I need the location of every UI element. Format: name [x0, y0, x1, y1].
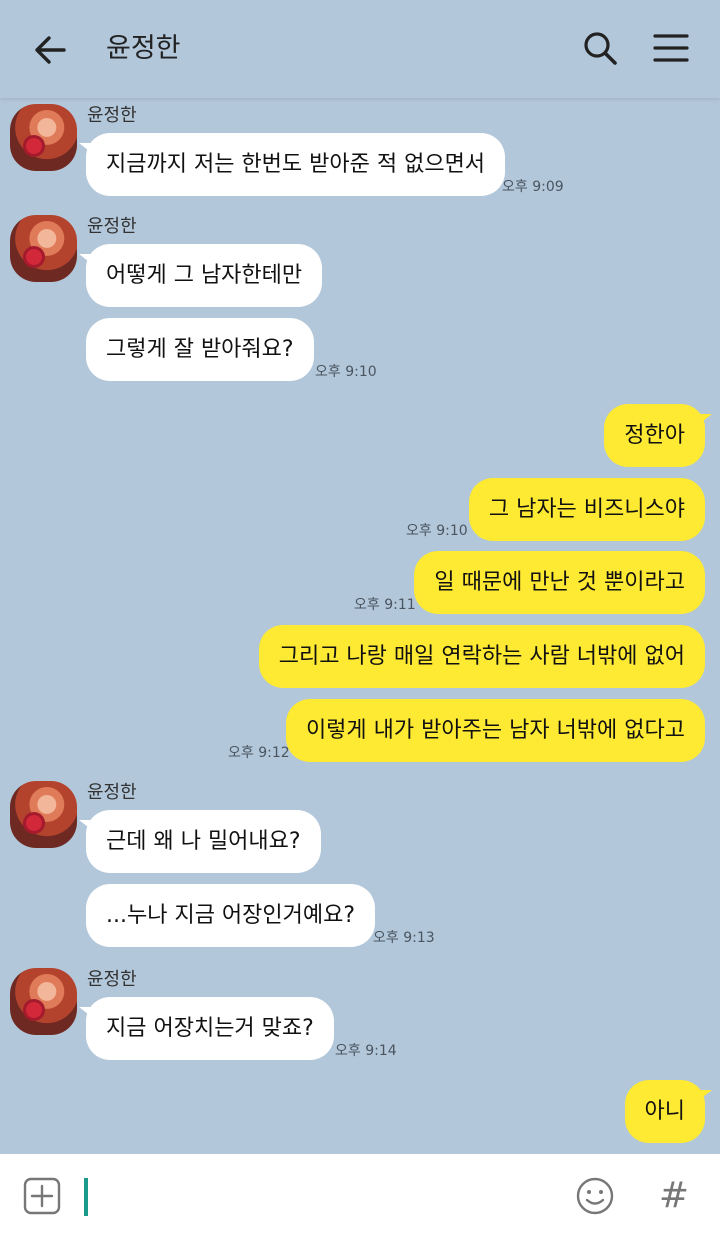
sender-name: 윤정한: [87, 782, 137, 803]
sender-name: 윤정한: [87, 969, 137, 990]
emoji-button[interactable]: [574, 1175, 616, 1217]
sender-avatar[interactable]: [10, 104, 77, 171]
message-time: 오후 9:10: [406, 523, 468, 539]
incoming-message[interactable]: 어떻게 그 남자한테만: [86, 244, 323, 307]
menu-button[interactable]: [648, 26, 694, 70]
outgoing-message[interactable]: 그 남자는 비즈니스야: [468, 478, 705, 541]
arrow-left-icon: [35, 36, 66, 64]
search-button[interactable]: [578, 26, 622, 70]
attach-button[interactable]: [22, 1176, 62, 1216]
outgoing-message[interactable]: 정한아: [604, 404, 705, 467]
incoming-message[interactable]: 근데 왜 나 밀어내요?: [86, 810, 321, 873]
incoming-message[interactable]: 지금 어장치는거 맞죠?: [86, 997, 334, 1060]
sender-avatar[interactable]: [10, 215, 77, 282]
message-time: 오후 9:14: [335, 1043, 397, 1059]
hamburger-menu-icon: [653, 34, 689, 62]
outgoing-message[interactable]: 일 때문에 만난 것 뿐이라고: [414, 551, 705, 614]
sender-name: 윤정한: [87, 105, 137, 126]
chat-header: 윤정한: [0, 0, 720, 98]
outgoing-message[interactable]: 그리고 나랑 매일 연락하는 사람 너밖에 없어: [258, 625, 705, 688]
message-time: 오후 9:11: [354, 597, 416, 613]
incoming-message[interactable]: ...누나 지금 어장인거예요?: [86, 884, 376, 947]
plus-square-icon: [23, 1177, 61, 1215]
sender-avatar[interactable]: [10, 781, 77, 848]
message-input-caret[interactable]: [84, 1178, 88, 1216]
message-time: 오후 9:12: [228, 745, 290, 761]
sender-avatar[interactable]: [10, 968, 77, 1035]
emoji-icon: [576, 1177, 614, 1215]
outgoing-message[interactable]: 이렇게 내가 받아주는 남자 너밖에 없다고: [285, 699, 705, 762]
hashtag-button[interactable]: #: [654, 1174, 694, 1218]
message-time: 오후 9:10: [315, 364, 377, 380]
search-icon: [584, 32, 617, 65]
incoming-message[interactable]: 지금까지 저는 한번도 받아준 적 없으면서: [86, 133, 506, 196]
message-time: 오후 9:09: [502, 179, 564, 195]
message-time: 오후 9:13: [373, 930, 435, 946]
back-button[interactable]: [28, 28, 72, 72]
sender-name: 윤정한: [87, 216, 137, 237]
message-composer: #: [0, 1154, 720, 1238]
outgoing-message[interactable]: 아니: [624, 1080, 705, 1143]
chat-title: 윤정한: [106, 33, 181, 64]
incoming-message[interactable]: 그렇게 잘 받아줘요?: [86, 318, 314, 381]
